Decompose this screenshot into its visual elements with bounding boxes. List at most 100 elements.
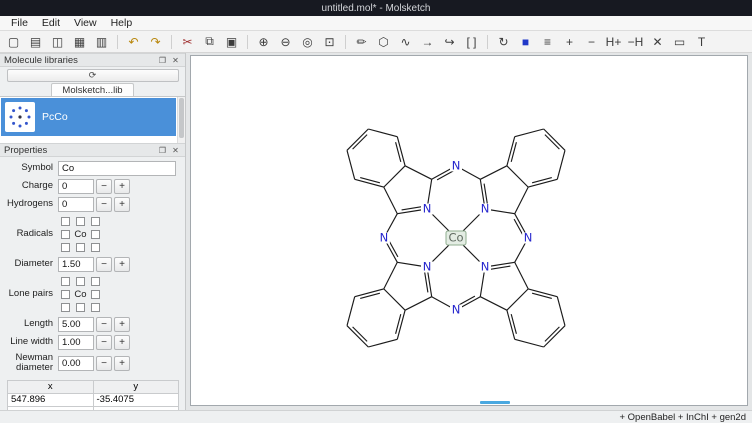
diameter-increment-button[interactable]: + [114, 257, 130, 272]
diameter-decrement-button[interactable]: − [96, 257, 112, 272]
bond[interactable] [384, 289, 405, 310]
bond[interactable] [405, 297, 432, 311]
lone_pairs-checkbox[interactable] [61, 303, 70, 312]
toolbar-zoom-reset-button[interactable]: ◎ [297, 33, 318, 51]
toolbar-save-button[interactable]: ◫ [47, 33, 68, 51]
toolbar-reaction-arrow-button[interactable]: → [417, 33, 438, 51]
toolbar-zoom-in-button[interactable]: ⊕ [253, 33, 274, 51]
tab-molsketch-lib[interactable]: Molsketch...lib [51, 83, 133, 96]
toolbar-paste-button[interactable]: ▣ [221, 33, 242, 51]
bond[interactable] [557, 150, 565, 179]
hydrogens-field[interactable] [58, 197, 94, 212]
bond[interactable] [507, 289, 528, 310]
bond[interactable] [515, 129, 544, 137]
toolbar-open-file-button[interactable]: ▤ [25, 33, 46, 51]
atom-label-N[interactable]: N [479, 260, 491, 274]
bond[interactable] [347, 297, 355, 326]
coord-cell[interactable]: 547.896 [8, 393, 94, 406]
radicals-checkbox[interactable] [61, 217, 70, 226]
symbol-field[interactable] [58, 161, 176, 176]
bond[interactable] [480, 166, 507, 180]
bond[interactable] [557, 297, 565, 326]
atom-label-N[interactable]: N [378, 231, 390, 245]
toolbar-draw-button[interactable]: ✏ [351, 33, 372, 51]
toolbar-line-width-button[interactable]: ≡ [537, 33, 558, 51]
toolbar-undo-button[interactable]: ↶ [123, 33, 144, 51]
lone_pairs-checkbox[interactable] [76, 303, 85, 312]
atom-label-N[interactable]: N [479, 202, 491, 216]
toolbar-print-button[interactable]: ▥ [91, 33, 112, 51]
bond[interactable] [544, 129, 565, 150]
toolbar-charge-minus-button[interactable]: − [581, 33, 602, 51]
bond[interactable] [368, 129, 397, 137]
charge-field[interactable] [58, 179, 94, 194]
menu-edit[interactable]: Edit [35, 16, 67, 30]
bond[interactable] [515, 339, 544, 347]
libraries-close-button[interactable]: ✕ [170, 55, 181, 66]
library-refresh-button[interactable]: ⟳ [7, 69, 179, 82]
bond[interactable] [490, 266, 510, 269]
toolbar-new-file-button[interactable]: ▢ [3, 33, 24, 51]
molecule-drawing[interactable]: N N N N N N N N Co [191, 56, 747, 405]
newman-decrement-button[interactable]: − [96, 356, 112, 371]
toolbar-delete-button[interactable]: ✕ [647, 33, 668, 51]
radicals-checkbox[interactable] [61, 230, 70, 239]
horizontal-scrollbar-thumb[interactable] [480, 401, 510, 404]
bond[interactable] [347, 326, 368, 347]
atom-label-Co[interactable]: Co [446, 231, 466, 246]
bond[interactable] [384, 262, 398, 289]
line-width-decrement-button[interactable]: − [96, 335, 112, 350]
length-field[interactable] [58, 317, 94, 332]
radicals-checkbox[interactable] [91, 230, 100, 239]
atom-label-N[interactable]: N [450, 158, 462, 172]
toolbar-chain-button[interactable]: ∿ [395, 33, 416, 51]
lone_pairs-checkbox[interactable] [61, 277, 70, 286]
toolbar-brackets-button[interactable]: [ ] [461, 33, 482, 51]
coord-cell[interactable]: -35.4075 [93, 393, 179, 406]
atom-label-N[interactable]: N [450, 303, 462, 317]
bond[interactable] [384, 187, 398, 214]
radicals-checkbox[interactable] [91, 243, 100, 252]
bond[interactable] [402, 207, 422, 210]
lone_pairs-checkbox[interactable] [91, 290, 100, 299]
atom-label-N[interactable]: N [421, 202, 433, 216]
bond[interactable] [347, 129, 368, 150]
diameter-field[interactable] [58, 257, 94, 272]
list-item-pcco[interactable]: PcCo [1, 98, 176, 136]
toolbar-rotate-button[interactable]: ↻ [493, 33, 514, 51]
bond[interactable] [405, 166, 432, 180]
bond[interactable] [507, 166, 528, 187]
radicals-checkbox[interactable] [76, 243, 85, 252]
bond[interactable] [425, 272, 428, 292]
bond[interactable] [544, 326, 565, 347]
menu-view[interactable]: View [67, 16, 104, 30]
hydrogens-increment-button[interactable]: + [114, 197, 130, 212]
toolbar-cut-button[interactable]: ✂ [177, 33, 198, 51]
toolbar-ring-button[interactable]: ⬡ [373, 33, 394, 51]
hydrogens-decrement-button[interactable]: − [96, 197, 112, 212]
toolbar-redo-button[interactable]: ↷ [145, 33, 166, 51]
library-scrollbar[interactable] [177, 97, 185, 143]
radicals-checkbox[interactable] [61, 243, 70, 252]
toolbar-color-button[interactable]: ■ [515, 33, 536, 51]
properties-float-button[interactable]: ❐ [157, 145, 168, 156]
lone_pairs-checkbox[interactable] [91, 277, 100, 286]
properties-close-button[interactable]: ✕ [170, 145, 181, 156]
atom-label-N[interactable]: N [522, 231, 534, 245]
length-increment-button[interactable]: + [114, 317, 130, 332]
bond[interactable] [347, 150, 355, 179]
charge-decrement-button[interactable]: − [96, 179, 112, 194]
toolbar-lasso-button[interactable]: ▭ [669, 33, 690, 51]
library-scrollbar-thumb[interactable] [179, 98, 184, 138]
toolbar-add-hydrogen-button[interactable]: H+ [603, 33, 624, 51]
menu-file[interactable]: File [4, 16, 35, 30]
toolbar-zoom-out-button[interactable]: ⊖ [275, 33, 296, 51]
bond[interactable] [480, 297, 507, 311]
bond[interactable] [515, 262, 529, 289]
toolbar-remove-hydrogen-button[interactable]: −H [625, 33, 646, 51]
atom-label-N[interactable]: N [421, 260, 433, 274]
radicals-checkbox[interactable] [76, 217, 85, 226]
radicals-checkbox[interactable] [91, 217, 100, 226]
menu-help[interactable]: Help [104, 16, 140, 30]
bond[interactable] [515, 187, 529, 214]
